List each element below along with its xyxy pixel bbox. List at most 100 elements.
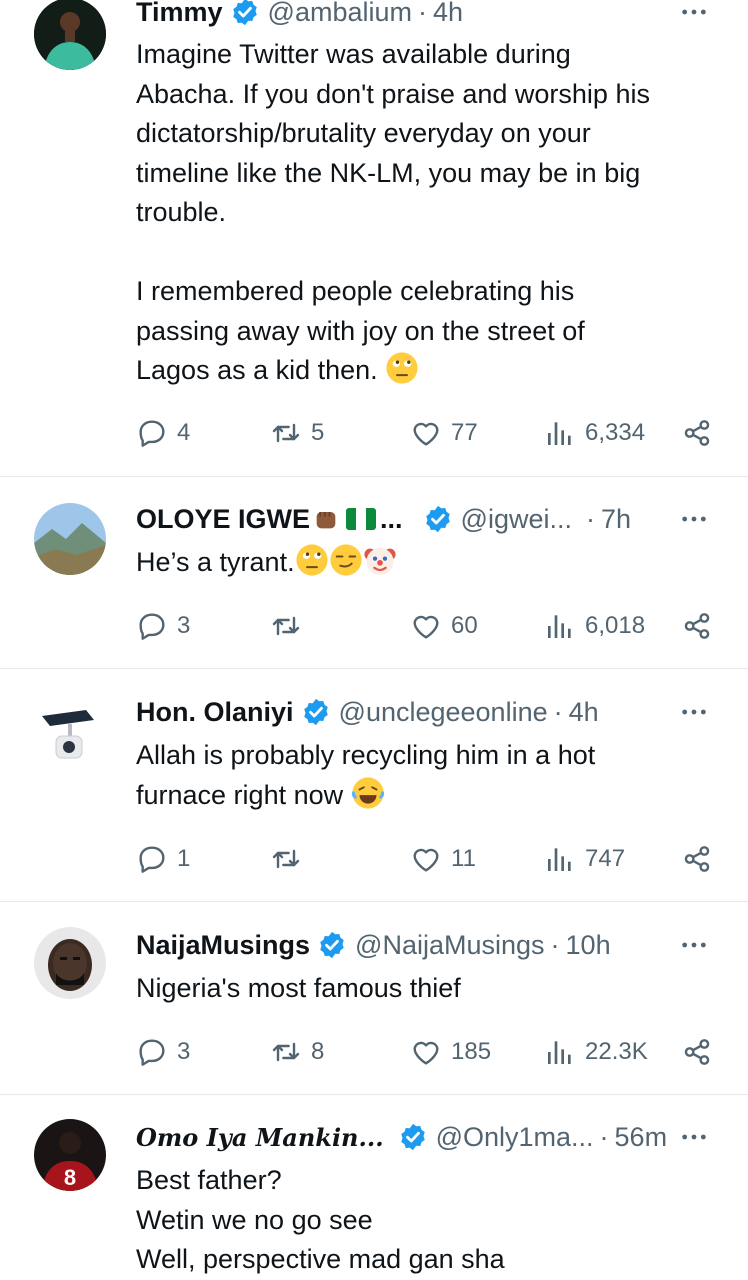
retweet-count: 5 [311, 419, 325, 446]
reply-button[interactable]: 4 [136, 413, 190, 453]
tweet-1[interactable]: Timmy @ambalium · 4h Imagine Twitter was… [0, 0, 748, 476]
avatar[interactable]: 8 [34, 1119, 106, 1191]
retweet-button[interactable]: 8 [270, 1032, 324, 1072]
retweet-icon [270, 610, 302, 642]
reply-icon [136, 843, 168, 875]
retweet-button[interactable] [270, 839, 311, 879]
views-button[interactable]: 747 [544, 839, 625, 879]
like-count: 11 [451, 845, 476, 872]
retweet-count: 8 [311, 1038, 325, 1065]
display-name[interactable]: Hon. Olaniyi [136, 697, 294, 728]
handle[interactable]: @Only1ma... [436, 1122, 594, 1153]
tweet-text: Imagine Twitter was available during Abac… [136, 39, 650, 385]
tweet-actions: 3 60 6,018 [136, 606, 716, 646]
like-button[interactable]: 60 [410, 606, 478, 646]
name-ellipsis: ... [380, 503, 403, 534]
reply-icon [136, 417, 168, 449]
tweet-5[interactable]: 8 Omo Iya Mankin... @Only1ma... · 56m Be… [0, 1095, 748, 1280]
tweet-header: Omo Iya Mankin... @Only1ma... · 56m [136, 1117, 668, 1157]
tweet-header: Timmy @ambalium · 4h [136, 0, 668, 32]
tweet-header: NaijaMusings @NaijaMusings · 10h [136, 925, 668, 965]
timestamp[interactable]: 10h [566, 930, 611, 961]
more-icon[interactable] [678, 929, 710, 961]
more-icon[interactable] [678, 0, 710, 28]
verified-badge-icon [423, 504, 453, 534]
view-count: 6,334 [585, 419, 646, 446]
handle[interactable]: @NaijaMusings [355, 930, 544, 961]
tweet-text: Best father? Wetin we no go see Well, pers… [136, 1165, 505, 1274]
retweet-icon [270, 843, 302, 875]
display-name[interactable]: Timmy [136, 0, 223, 28]
reply-count: 3 [177, 612, 191, 639]
share-icon [681, 1036, 713, 1068]
nigeria-flag-emoji [346, 508, 377, 530]
like-count: 77 [451, 419, 478, 446]
share-icon [681, 843, 713, 875]
retweet-icon [270, 417, 302, 449]
avatar[interactable] [34, 927, 106, 999]
display-name[interactable]: NaijaMusings [136, 930, 310, 961]
like-count: 185 [451, 1038, 492, 1065]
views-button[interactable]: 22.3K [544, 1032, 648, 1072]
svg-text:8: 8 [64, 1165, 76, 1190]
tweet-2[interactable]: OLOYE IGWE ... @igwei... · 7h He’s a tyr… [0, 477, 748, 668]
reply-icon [136, 1036, 168, 1068]
tweet-actions: 4 5 77 6,334 [136, 413, 716, 453]
tweet-text: Allah is probably recycling him in a hot… [136, 740, 596, 810]
like-button[interactable]: 185 [410, 1032, 491, 1072]
timestamp[interactable]: 4h [569, 697, 599, 728]
display-name[interactable]: Omo Iya Mankin... [136, 1123, 384, 1152]
handle[interactable]: @ambalium [268, 0, 412, 28]
reply-count: 3 [177, 1038, 191, 1065]
tweet-header: Hon. Olaniyi @unclegeeonline · 4h [136, 692, 668, 732]
tweet-3[interactable]: Hon. Olaniyi @unclegeeonline · 4h Allah … [0, 669, 748, 901]
like-icon [410, 843, 442, 875]
views-icon [544, 1036, 576, 1068]
tweet-header: OLOYE IGWE ... @igwei... · 7h [136, 499, 668, 539]
views-icon [544, 610, 576, 642]
timestamp[interactable]: 4h [433, 0, 463, 28]
timestamp[interactable]: 56m [615, 1122, 668, 1153]
separator-dot: · [550, 929, 560, 960]
share-button[interactable] [681, 606, 713, 646]
like-button[interactable]: 77 [410, 413, 478, 453]
like-count: 60 [451, 612, 478, 639]
more-icon[interactable] [678, 1121, 710, 1153]
more-icon[interactable] [678, 696, 710, 728]
display-name[interactable]: OLOYE IGWE [136, 504, 310, 535]
like-icon [410, 417, 442, 449]
retweet-button[interactable]: 5 [270, 413, 324, 453]
tweet-4[interactable]: NaijaMusings @NaijaMusings · 10h Nigeria… [0, 902, 748, 1094]
like-icon [410, 1036, 442, 1068]
more-icon[interactable] [678, 503, 710, 535]
retweet-icon [270, 1036, 302, 1068]
views-button[interactable]: 6,018 [544, 606, 645, 646]
face-with-rolling-eyes-emoji [295, 543, 329, 577]
timestamp[interactable]: 7h [601, 504, 631, 535]
retweet-button[interactable] [270, 606, 311, 646]
reply-count: 1 [177, 845, 191, 872]
reply-button[interactable]: 1 [136, 839, 190, 879]
share-button[interactable] [681, 413, 713, 453]
share-icon [681, 417, 713, 449]
separator-dot: · [599, 1121, 609, 1152]
verified-badge-icon [317, 930, 347, 960]
tweet-actions: 3 8 185 22.3K [136, 1032, 716, 1072]
reply-button[interactable]: 3 [136, 606, 190, 646]
views-icon [544, 843, 576, 875]
handle[interactable]: @unclegeeonline [339, 697, 548, 728]
share-button[interactable] [681, 839, 713, 879]
separator-dot: · [418, 0, 427, 27]
face-with-rolling-eyes-emoji [385, 351, 419, 385]
reply-icon [136, 610, 168, 642]
like-icon [410, 610, 442, 642]
handle[interactable]: @igwei... [461, 504, 572, 535]
share-button[interactable] [681, 1032, 713, 1072]
views-button[interactable]: 6,334 [544, 413, 645, 453]
avatar[interactable] [34, 694, 106, 766]
avatar[interactable] [34, 503, 106, 575]
separator-dot: · [585, 503, 595, 534]
like-button[interactable]: 11 [410, 839, 476, 879]
avatar[interactable] [34, 0, 106, 70]
reply-button[interactable]: 3 [136, 1032, 190, 1072]
